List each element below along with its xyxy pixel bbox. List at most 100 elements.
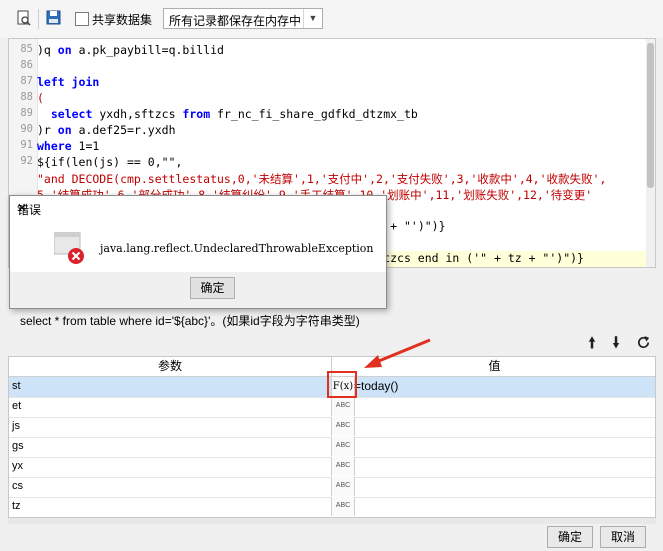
text-type-button[interactable]: ABC — [331, 477, 355, 496]
code-token: 1=1 — [71, 139, 100, 153]
preview-icon[interactable] — [16, 10, 32, 26]
text-type-button[interactable]: ABC — [331, 497, 355, 516]
line-number: 91 — [20, 139, 33, 151]
dialog-title-bar: 错误 ✕ — [10, 196, 386, 220]
code-line: 88 ( — [9, 91, 655, 107]
text-type-icon: ABC — [335, 422, 351, 429]
line-number: 90 — [20, 123, 33, 135]
code-token: + "')")} — [390, 219, 446, 233]
param-row-gs[interactable]: gs ABC — [9, 437, 655, 458]
param-value-input[interactable] — [354, 499, 654, 515]
toolbar: 共享数据集 所有记录都保存在内存中 ▼ — [0, 0, 663, 38]
code-token: yxdh,sftzcs — [92, 107, 183, 121]
code-token: )q — [37, 43, 58, 57]
param-value-input[interactable]: =today() — [354, 379, 654, 395]
param-name: st — [12, 380, 21, 392]
code-line: 92 ${if(len(js) == 0,"", — [9, 155, 655, 171]
param-value-input[interactable] — [354, 399, 654, 415]
text-type-button[interactable]: ABC — [331, 397, 355, 416]
line-number: 85 — [20, 43, 33, 55]
code-line: 86 — [9, 59, 655, 75]
error-dialog: 错误 ✕ java.lang.reflect.UndeclaredThrowab… — [9, 195, 387, 309]
move-down-icon[interactable]: 🠛 — [612, 332, 620, 359]
code-token: "and DECODE(cmp.settlestatus,0,'未结算',1,'… — [37, 172, 607, 186]
code-text: ( — [37, 91, 44, 105]
code-token: on — [57, 43, 72, 57]
param-row-js[interactable]: js ABC — [9, 417, 655, 438]
code-token: a.def25=r.yxdh — [71, 123, 176, 137]
share-dataset-label[interactable]: 共享数据集 — [92, 11, 152, 28]
code-token: ftzcs end in ('" + tz + "')")} — [376, 251, 584, 265]
param-name: et — [12, 400, 22, 412]
line-number: 88 — [20, 91, 33, 103]
code-token: left join — [37, 75, 100, 89]
code-token: on — [57, 123, 72, 137]
share-dataset-checkbox[interactable] — [75, 12, 89, 26]
text-type-icon: ABC — [335, 442, 351, 449]
code-text: )q on a.pk_paybill=q.billid — [37, 43, 224, 57]
text-type-icon: ABC — [335, 402, 351, 409]
code-token: from — [182, 107, 211, 121]
code-text: "and DECODE(cmp.settlestatus,0,'未结算',1,'… — [37, 171, 606, 187]
code-text: where 1=1 — [37, 139, 99, 153]
param-name: tz — [12, 500, 21, 512]
param-row-et[interactable]: et ABC — [9, 397, 655, 418]
param-value-input[interactable] — [354, 439, 654, 455]
chevron-down-icon[interactable]: ▼ — [303, 9, 322, 28]
param-row-yx[interactable]: yx ABC — [9, 457, 655, 478]
line-number: 87 — [20, 75, 33, 87]
save-icon[interactable] — [46, 10, 62, 26]
param-name: js — [12, 420, 20, 432]
param-name: gs — [12, 440, 24, 452]
code-line: 85 )q on a.pk_paybill=q.billid — [9, 43, 655, 59]
param-name: yx — [12, 460, 23, 472]
code-token: a.pk_paybill=q.billid — [71, 43, 224, 57]
ok-button[interactable]: 确定 — [547, 526, 593, 548]
table-horizontal-scrollbar[interactable] — [8, 518, 656, 524]
line-number: 89 — [20, 107, 33, 119]
dialog-ok-button[interactable]: 确定 — [190, 277, 235, 299]
code-token: )r — [37, 123, 58, 137]
param-row-cs[interactable]: cs ABC — [9, 477, 655, 498]
code-text: left join — [37, 75, 99, 89]
text-type-button[interactable]: ABC — [331, 437, 355, 456]
code-text: ${if(len(js) == 0,"", — [37, 155, 182, 169]
code-text: select yxdh,sftzcs from fr_nc_fi_share_g… — [37, 107, 418, 121]
param-value-input[interactable] — [354, 459, 654, 475]
param-row-tz[interactable]: tz ABC — [9, 497, 655, 517]
error-icon — [54, 232, 84, 264]
cancel-button[interactable]: 取消 — [600, 526, 646, 548]
toolbar-separator — [38, 9, 39, 29]
code-line: 90 )r on a.def25=r.yxdh — [9, 123, 655, 139]
editor-vertical-scrollbar[interactable] — [646, 39, 655, 267]
text-type-icon: ABC — [335, 462, 351, 469]
line-number: 92 — [20, 155, 33, 167]
hint-line-3: select * from table where id='${abc}'。(如… — [20, 314, 360, 328]
code-line: 89 select yxdh,sftzcs from fr_nc_fi_shar… — [9, 107, 655, 123]
param-value-input[interactable] — [354, 479, 654, 495]
code-token: fr_nc_fi_share_gdfkd_dtzmx_tb — [210, 107, 418, 121]
annotation-arrow — [364, 338, 431, 368]
annotation-highlight-box — [327, 371, 357, 398]
text-type-button[interactable]: ABC — [331, 417, 355, 436]
text-type-icon: ABC — [335, 482, 351, 489]
text-type-icon: ABC — [335, 502, 351, 509]
code-token: select — [50, 107, 93, 121]
refresh-icon[interactable] — [636, 335, 651, 350]
code-text: )r on a.def25=r.yxdh — [37, 123, 176, 137]
close-icon[interactable]: ✕ — [17, 201, 376, 215]
scrollbar-thumb[interactable] — [647, 43, 654, 188]
code-token: ( — [37, 91, 44, 105]
code-line: 87 left join — [9, 75, 655, 91]
storage-mode-value: 所有记录都保存在内存中 — [169, 14, 302, 28]
storage-mode-select[interactable]: 所有记录都保存在内存中 ▼ — [163, 8, 323, 29]
code-line: 91 where 1=1 — [9, 139, 655, 155]
param-value-input[interactable] — [354, 419, 654, 435]
text-type-button[interactable]: ABC — [331, 457, 355, 476]
code-line: "and DECODE(cmp.settlestatus,0,'未结算',1,'… — [9, 171, 655, 187]
code-token: ${if(len(js) == 0,"", — [37, 155, 183, 169]
error-message: java.lang.reflect.UndeclaredThrowableExc… — [100, 242, 374, 255]
move-up-icon[interactable]: 🠙 — [588, 332, 596, 359]
param-name: cs — [12, 480, 23, 492]
